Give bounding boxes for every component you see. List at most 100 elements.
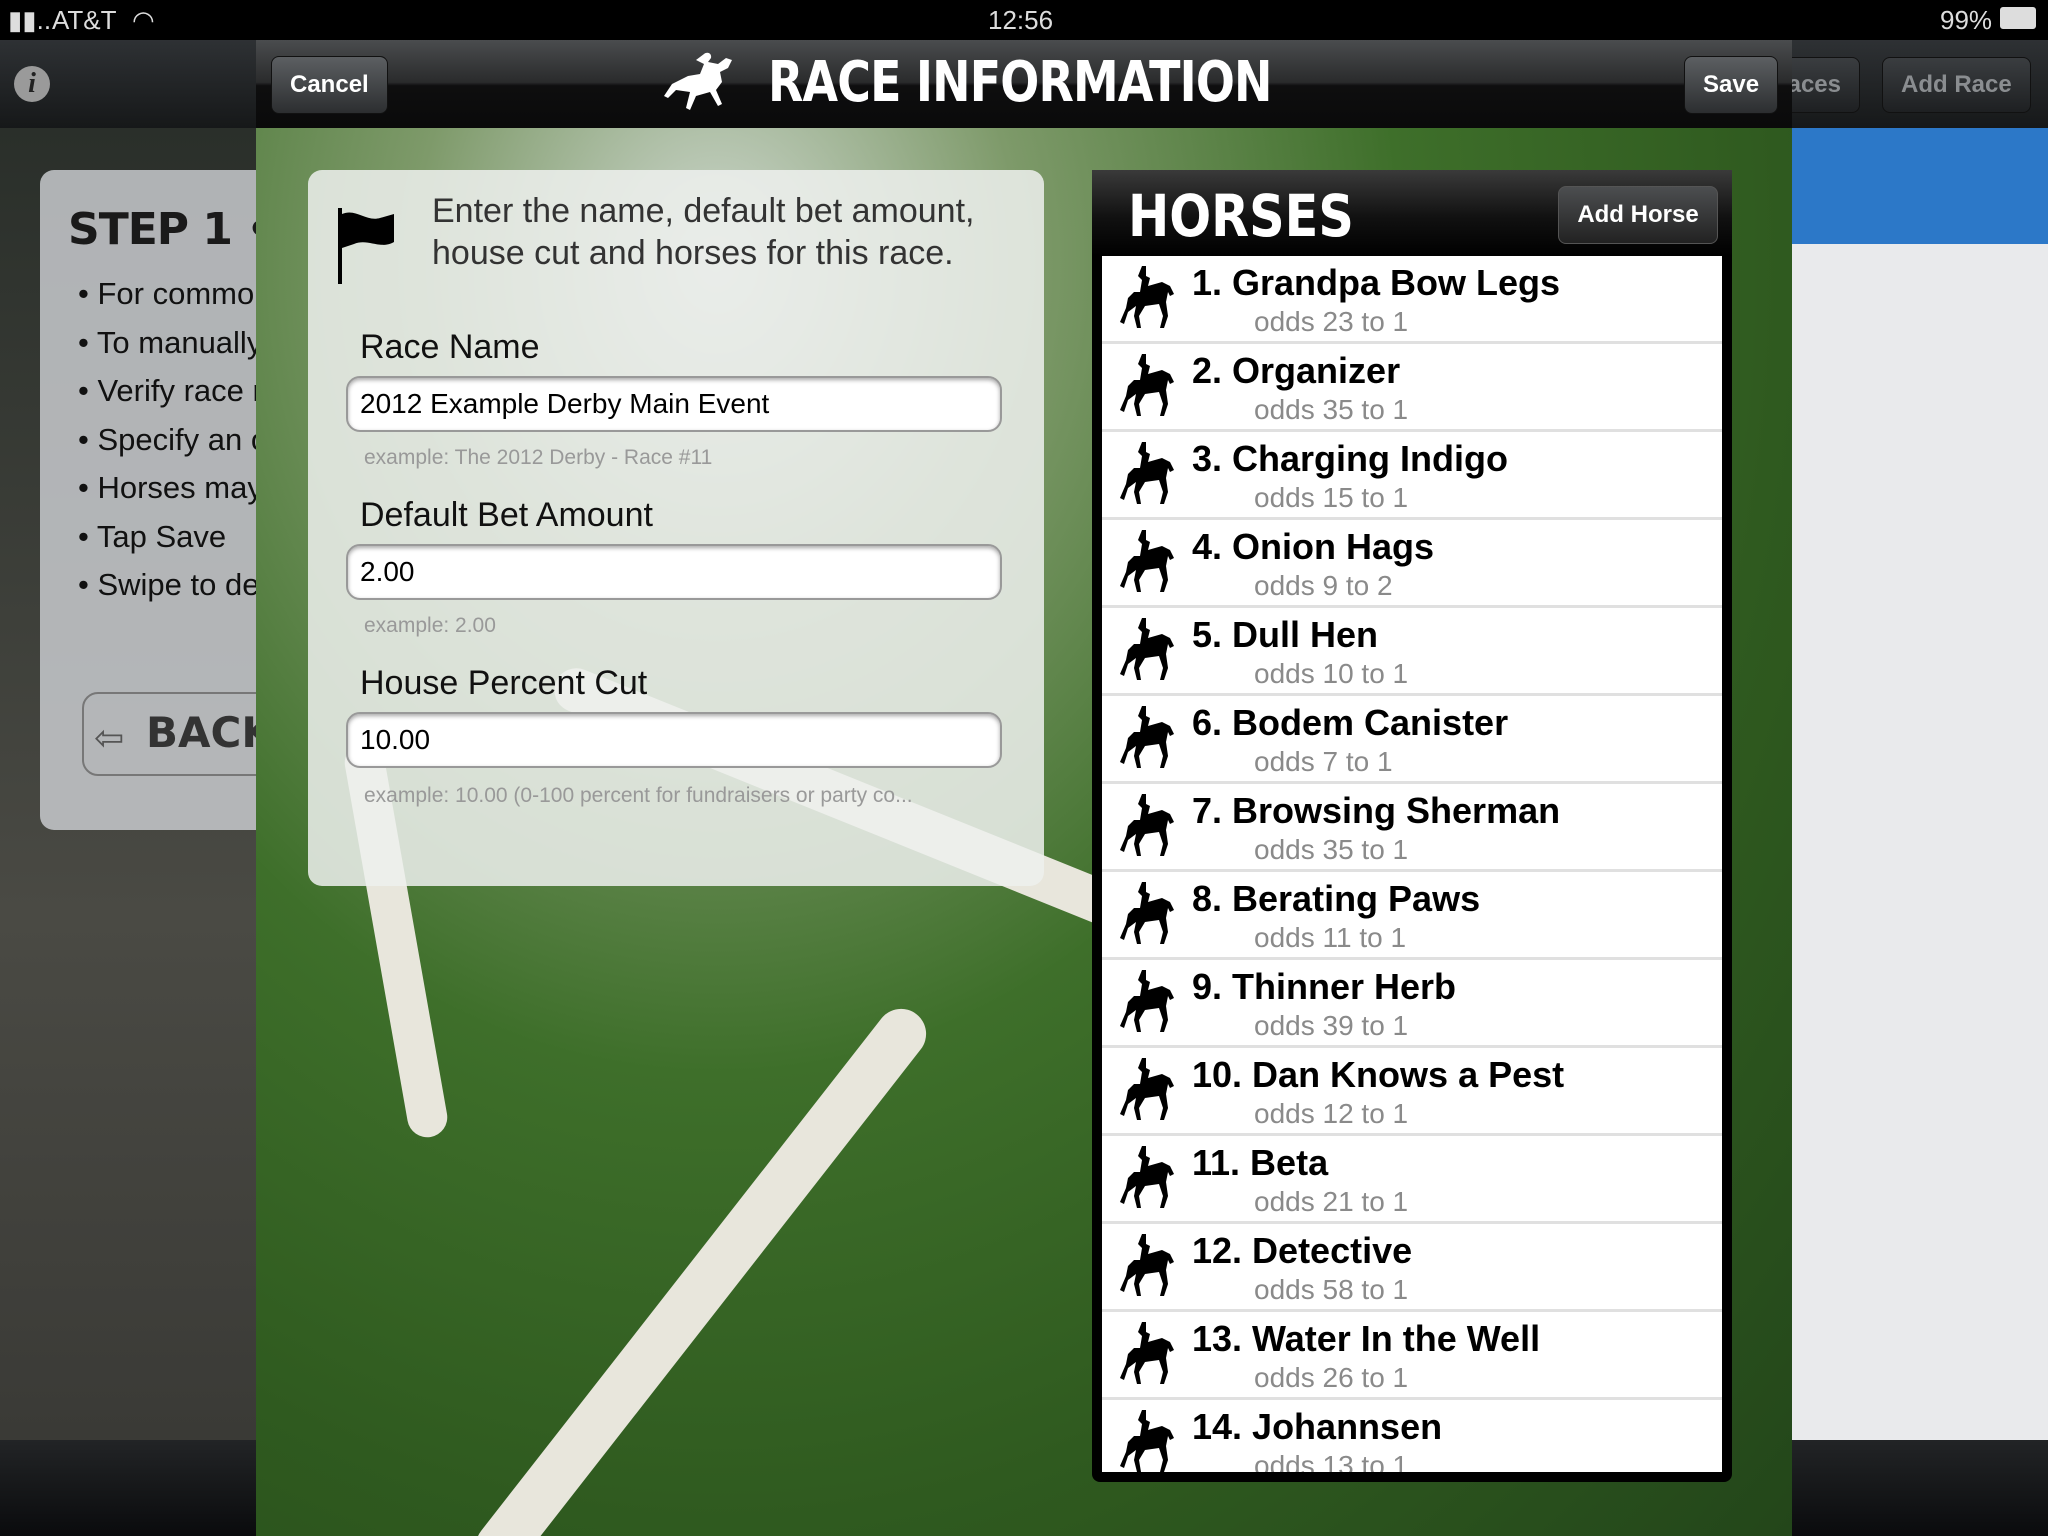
horse-odds: odds 26 to 1 bbox=[1254, 1362, 1409, 1393]
house-cut-label: House Percent Cut bbox=[360, 664, 648, 702]
step-item: • Tap Save bbox=[78, 518, 227, 554]
step-item: • Swipe to de bbox=[78, 567, 256, 602]
horse-name: 10. Dan Knows a Pest bbox=[1192, 1054, 1565, 1095]
horse-odds: odds 11 to 1 bbox=[1254, 922, 1407, 953]
horse-rider-icon bbox=[1120, 530, 1174, 592]
horse-odds: odds 15 to 1 bbox=[1254, 482, 1409, 513]
horse-rider-icon bbox=[1120, 618, 1174, 680]
horse-name: 11. Beta bbox=[1192, 1142, 1329, 1183]
horse-name: 13. Water In the Well bbox=[1192, 1318, 1541, 1359]
step-item: • Specify an o bbox=[78, 421, 256, 457]
signal-icon: ▮▮.. bbox=[8, 5, 52, 35]
horse-rider-icon bbox=[1120, 794, 1174, 856]
cancel-button[interactable]: Cancel bbox=[271, 56, 388, 114]
modal-title: RACE INFORMATION bbox=[768, 50, 1272, 115]
horse-odds: odds 13 to 1 bbox=[1254, 1450, 1409, 1472]
horses-header: HORSES Add Horse bbox=[1092, 170, 1732, 256]
horse-odds: odds 21 to 1 bbox=[1254, 1186, 1409, 1217]
race-name-label: Race Name bbox=[360, 328, 540, 366]
horse-name: 7. Browsing Sherman bbox=[1192, 790, 1561, 831]
horse-list-item[interactable]: 10. Dan Knows a Pest odds 12 to 1 bbox=[1102, 1048, 1722, 1136]
horse-rider-icon bbox=[1120, 442, 1174, 504]
horse-list-item[interactable]: 6. Bodem Canister odds 7 to 1 bbox=[1102, 696, 1722, 784]
race-information-modal: Cancel RACE INFORMATION Save Enter the n… bbox=[256, 40, 1792, 1536]
horse-list-item[interactable]: 1. Grandpa Bow Legs odds 23 to 1 bbox=[1102, 256, 1722, 344]
horse-rider-icon bbox=[1120, 970, 1174, 1032]
horse-odds: odds 58 to 1 bbox=[1254, 1274, 1409, 1305]
form-intro: Enter the name, default bet amount, hous… bbox=[432, 192, 975, 272]
step-panel: STEP 1 • • For commo • To manually • Ver… bbox=[40, 170, 256, 830]
horse-name: 6. Bodem Canister bbox=[1192, 702, 1509, 743]
add-race-button[interactable]: Add Race bbox=[1882, 57, 2031, 113]
horse-rider-icon bbox=[1120, 1234, 1174, 1296]
horse-list-item[interactable]: 8. Berating Paws odds 11 to 1 bbox=[1102, 872, 1722, 960]
horse-rider-icon bbox=[1120, 266, 1174, 328]
step-title: STEP 1 • bbox=[68, 204, 256, 255]
status-bar: ▮▮.. AT&T ◠ 12:56 99% bbox=[0, 0, 2048, 40]
horse-name: 2. Organizer bbox=[1192, 350, 1401, 391]
horses-title: HORSES bbox=[1128, 182, 1354, 250]
house-cut-input[interactable] bbox=[346, 712, 1002, 768]
horse-list-item[interactable]: 11. Beta odds 21 to 1 bbox=[1102, 1136, 1722, 1224]
step-list: • For commo • To manually • Verify race … bbox=[78, 270, 256, 610]
horse-odds: odds 10 to 1 bbox=[1254, 658, 1409, 689]
horse-list-item[interactable]: 4. Onion Hags odds 9 to 2 bbox=[1102, 520, 1722, 608]
horse-odds: odds 35 to 1 bbox=[1254, 394, 1409, 425]
horses-panel: HORSES Add Horse 1. Grandpa Bow Legs odd… bbox=[1092, 170, 1732, 1482]
race-form-panel: Enter the name, default bet amount, hous… bbox=[308, 170, 1044, 886]
modal-nav-bar: Cancel RACE INFORMATION Save bbox=[256, 40, 1792, 128]
save-button[interactable]: Save bbox=[1684, 56, 1779, 114]
horse-rider-icon bbox=[1120, 882, 1174, 944]
arrow-left-icon: ⇦ bbox=[94, 718, 125, 759]
background-right bbox=[1792, 128, 2048, 1440]
horse-odds: odds 7 to 1 bbox=[1254, 746, 1393, 777]
horse-list-item[interactable]: 5. Dull Hen odds 10 to 1 bbox=[1102, 608, 1722, 696]
horse-rider-icon bbox=[1120, 1410, 1174, 1472]
battery-percent: 99% bbox=[1940, 5, 1993, 35]
info-icon[interactable]: i bbox=[14, 66, 50, 102]
horse-odds: odds 35 to 1 bbox=[1254, 834, 1409, 865]
wifi-icon: ◠ bbox=[132, 5, 155, 35]
horse-list-item[interactable]: 2. Organizer odds 35 to 1 bbox=[1102, 344, 1722, 432]
horse-name: 14. Johannsen bbox=[1192, 1406, 1443, 1447]
horse-odds: odds 9 to 2 bbox=[1254, 570, 1393, 601]
default-bet-hint: example: 2.00 bbox=[364, 614, 496, 637]
back-button[interactable]: ⇦ BACK bbox=[82, 692, 256, 776]
horse-list-item[interactable]: 13. Water In the Well odds 26 to 1 bbox=[1102, 1312, 1722, 1400]
horse-name: 3. Charging Indigo bbox=[1192, 438, 1508, 479]
horse-list-item[interactable]: 7. Browsing Sherman odds 35 to 1 bbox=[1102, 784, 1722, 872]
horse-rider-icon bbox=[1120, 1146, 1174, 1208]
horse-list-item[interactable]: 14. Johannsen odds 13 to 1 bbox=[1102, 1400, 1722, 1472]
horse-odds: odds 23 to 1 bbox=[1254, 306, 1409, 337]
horse-name: 9. Thinner Herb bbox=[1192, 966, 1457, 1007]
house-cut-hint: example: 10.00 (0-100 percent for fundra… bbox=[364, 784, 913, 807]
battery-icon bbox=[2000, 7, 2036, 29]
horse-list-item[interactable]: 3. Charging Indigo odds 15 to 1 bbox=[1102, 432, 1722, 520]
horse-name: 8. Berating Paws bbox=[1192, 878, 1481, 919]
horse-rider-icon bbox=[1120, 1058, 1174, 1120]
flag-icon bbox=[338, 208, 394, 284]
add-horse-button[interactable]: Add Horse bbox=[1558, 186, 1718, 244]
horse-list-item[interactable]: 12. Detective odds 58 to 1 bbox=[1102, 1224, 1722, 1312]
horse-name: 5. Dull Hen bbox=[1192, 614, 1379, 655]
horse-odds: odds 12 to 1 bbox=[1254, 1098, 1409, 1129]
back-label: BACK bbox=[146, 708, 256, 757]
race-name-input[interactable] bbox=[346, 376, 1002, 432]
horse-list[interactable]: 1. Grandpa Bow Legs odds 23 to 1 2. Orga… bbox=[1102, 256, 1722, 1472]
clock: 12:56 bbox=[988, 5, 1054, 35]
default-bet-input[interactable] bbox=[346, 544, 1002, 600]
horse-name: 4. Onion Hags bbox=[1192, 526, 1435, 567]
race-name-hint: example: The 2012 Derby - Race #11 bbox=[364, 446, 713, 469]
horse-odds: odds 39 to 1 bbox=[1254, 1010, 1409, 1041]
horse-name: 12. Detective bbox=[1192, 1230, 1413, 1271]
jockey-logo-icon bbox=[664, 52, 732, 110]
horse-rider-icon bbox=[1120, 354, 1174, 416]
step-item: • Verify race r bbox=[78, 373, 256, 408]
step-item: • To manually bbox=[78, 324, 256, 360]
horse-rider-icon bbox=[1120, 706, 1174, 768]
horse-list-item[interactable]: 9. Thinner Herb odds 39 to 1 bbox=[1102, 960, 1722, 1048]
default-bet-label: Default Bet Amount bbox=[360, 496, 653, 534]
horse-rider-icon bbox=[1120, 1322, 1174, 1384]
step-item: • Horses may bbox=[78, 470, 256, 505]
step-item: • For commo bbox=[78, 276, 255, 311]
